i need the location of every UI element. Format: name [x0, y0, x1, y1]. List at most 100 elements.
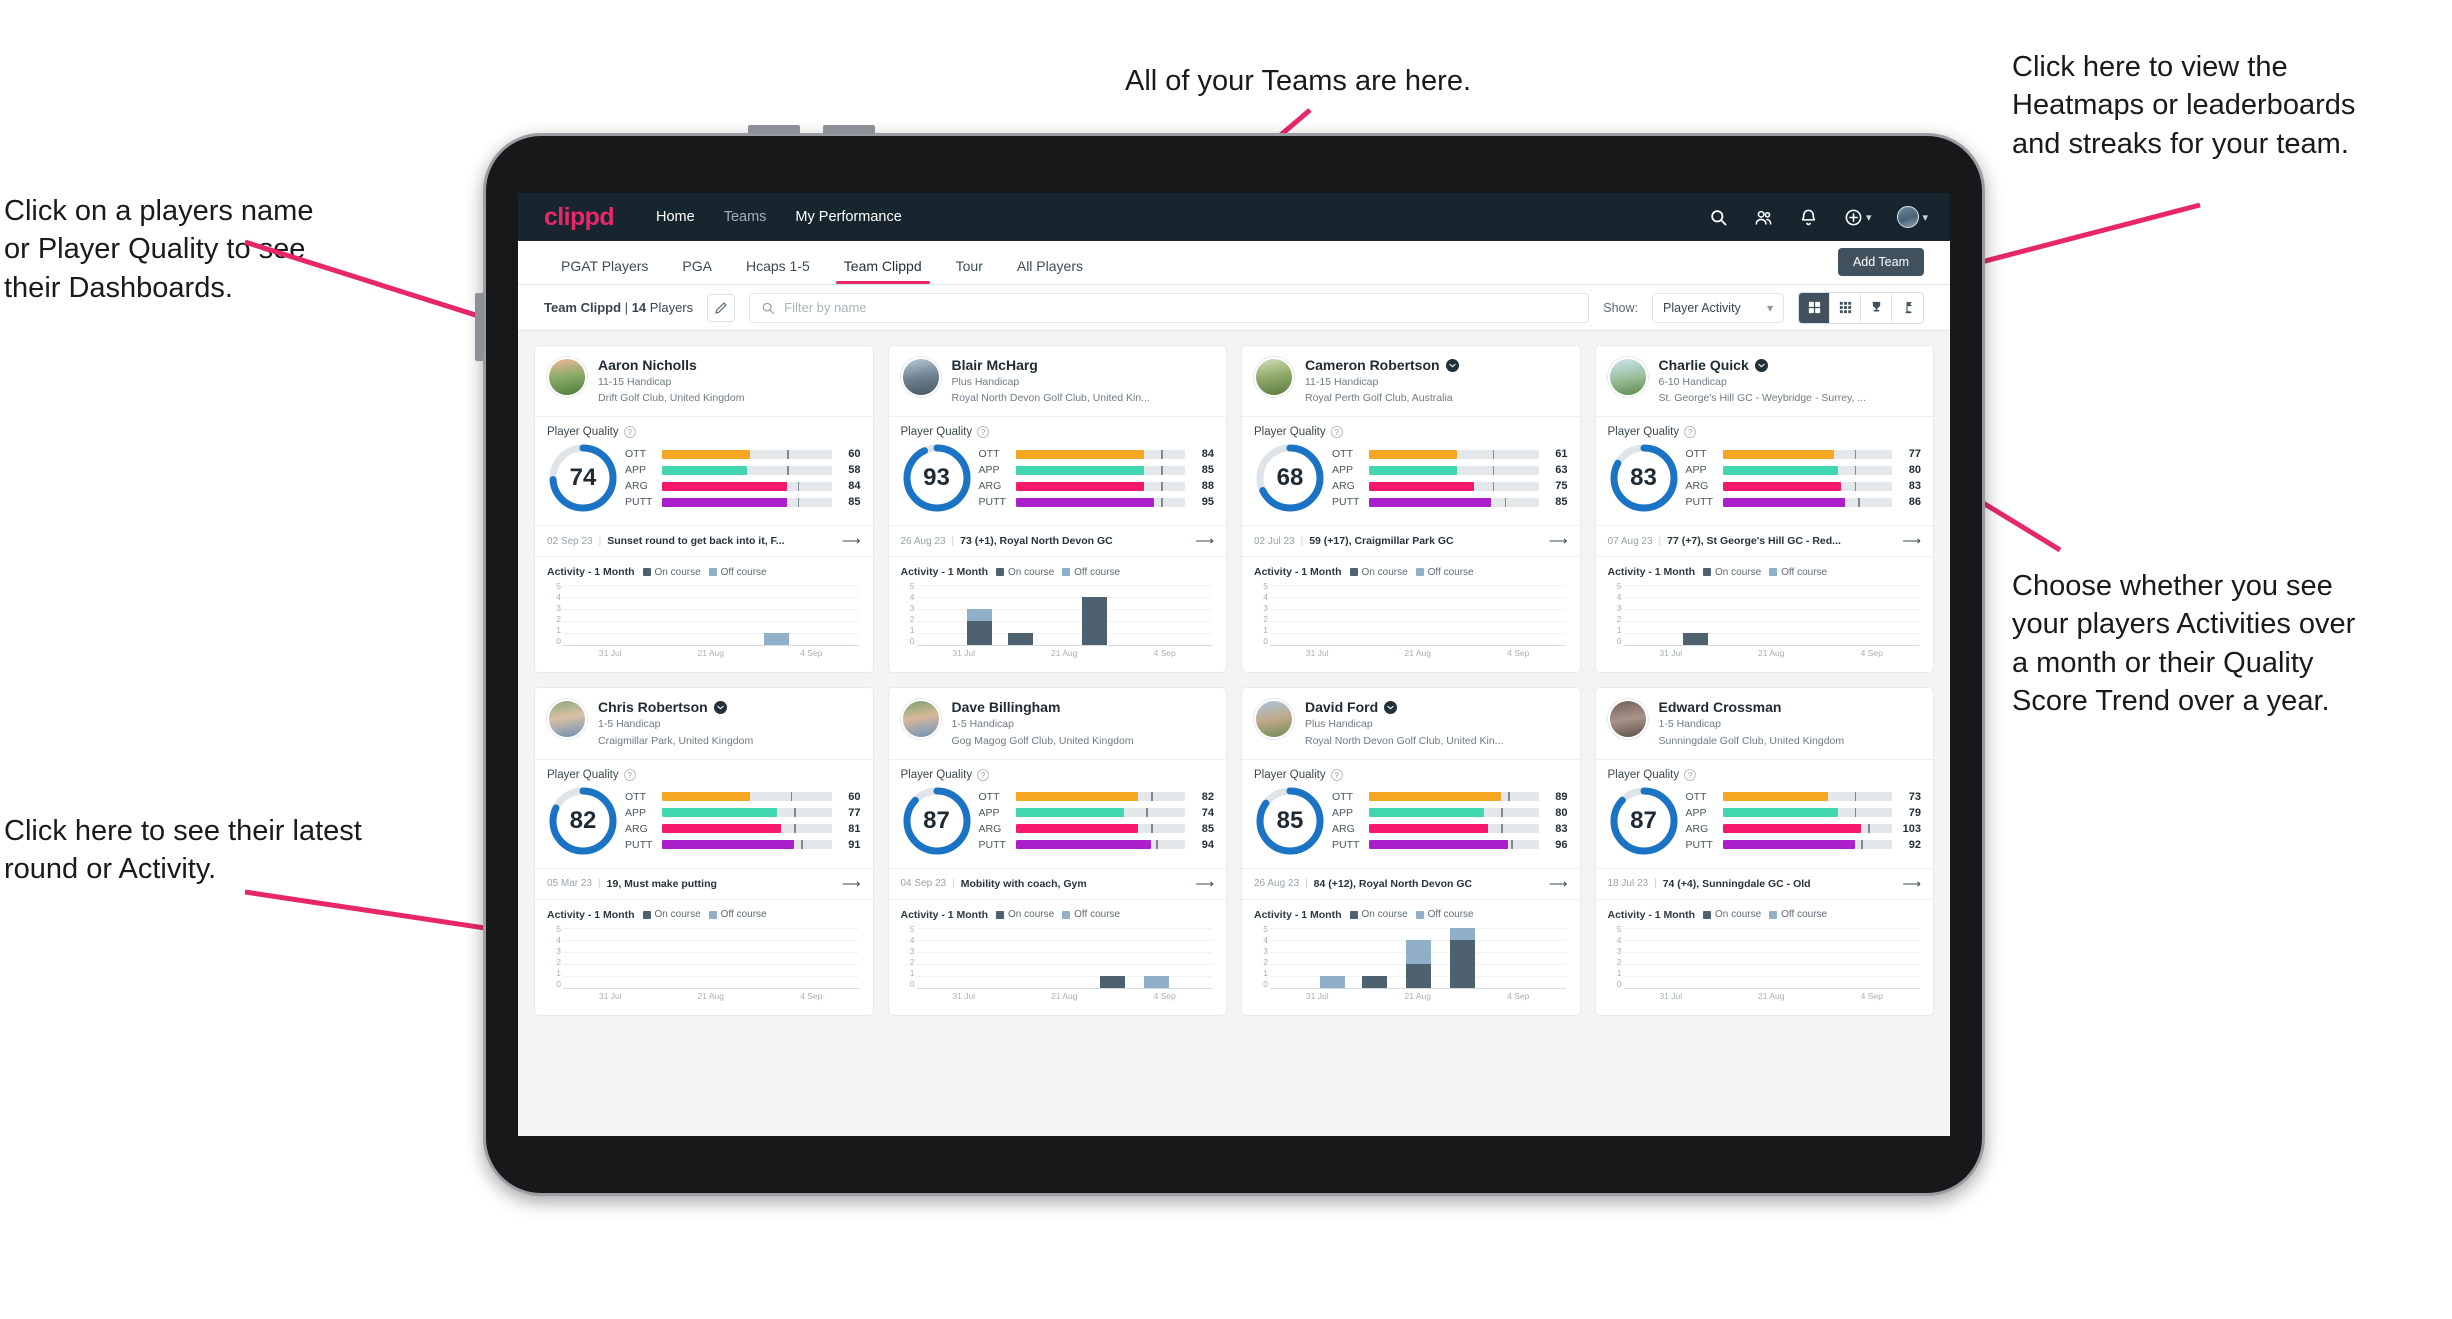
help-icon[interactable]: ?: [1330, 426, 1343, 439]
latest-round-row[interactable]: 02 Jul 23 | 59 (+17), Craigmillar Park GC ⟶: [1242, 525, 1580, 556]
tab-tour[interactable]: Tour: [939, 258, 1000, 284]
player-name-row[interactable]: Dave Billingham: [952, 699, 1134, 715]
player-name-row[interactable]: Chris Robertson: [598, 699, 753, 715]
player-quality-section[interactable]: Player Quality? 83 OTT 77 APP 80 ARG 83 PUTT 86: [1595, 416, 1933, 525]
player-name[interactable]: Aaron Nicholls: [598, 357, 697, 373]
player-card-header[interactable]: Chris Robertson 1-5 Handicap Craigmillar P…: [535, 688, 873, 758]
avatar[interactable]: [1607, 357, 1648, 397]
player-card-header[interactable]: Aaron Nicholls 11-15 Handicap Drift Golf C…: [535, 346, 873, 416]
avatar[interactable]: [547, 699, 587, 740]
avatar[interactable]: [900, 357, 941, 397]
quality-score-ring[interactable]: 87: [901, 785, 973, 857]
avatar[interactable]: [1607, 699, 1648, 740]
show-select[interactable]: Player Activity ▾: [1652, 292, 1784, 323]
arrow-right-icon[interactable]: ⟶: [1549, 876, 1568, 892]
quality-score-ring[interactable]: 93: [901, 442, 973, 514]
people-icon[interactable]: [1754, 208, 1773, 227]
player-card[interactable]: Dave Billingham 1-5 Handicap Gog Magog Gol…: [887, 687, 1227, 1016]
quality-score-ring[interactable]: 85: [1254, 785, 1326, 857]
arrow-right-icon[interactable]: ⟶: [1902, 876, 1921, 892]
player-card[interactable]: David Ford Plus Handicap Royal North Devon…: [1241, 687, 1581, 1016]
arrow-right-icon[interactable]: ⟶: [842, 533, 861, 549]
player-card[interactable]: Cameron Robertson 11-15 Handicap Royal Per…: [1241, 345, 1581, 674]
latest-round-row[interactable]: 26 Aug 23 | 73 (+1), Royal North Devon GC ⟶: [888, 525, 1226, 556]
arrow-right-icon[interactable]: ⟶: [1549, 533, 1568, 549]
avatar[interactable]: [1897, 206, 1920, 228]
player-quality-section[interactable]: Player Quality? 74 OTT 60 APP 58 ARG 84 PUTT 85: [535, 416, 873, 525]
player-card-header[interactable]: Edward Crossman 1-5 Handicap Sunningdale G…: [1596, 688, 1934, 758]
avatar[interactable]: [1254, 699, 1294, 740]
view-heatmap-button[interactable]: [1892, 292, 1923, 323]
player-name[interactable]: Charlie Quick: [1659, 357, 1749, 373]
view-grid-button[interactable]: [1799, 292, 1830, 323]
search-icon[interactable]: [1709, 208, 1728, 227]
clippd-logo[interactable]: clippd: [544, 203, 615, 232]
help-icon[interactable]: ?: [1684, 426, 1697, 439]
nav-link-my-performance[interactable]: My Performance: [795, 209, 901, 225]
player-name-row[interactable]: Charlie Quick: [1659, 357, 1867, 373]
arrow-right-icon[interactable]: ⟶: [1195, 533, 1214, 549]
arrow-right-icon[interactable]: ⟶: [1195, 876, 1214, 892]
add-team-button[interactable]: Add Team: [1837, 248, 1924, 276]
help-icon[interactable]: ?: [1684, 768, 1697, 781]
arrow-right-icon[interactable]: ⟶: [1902, 533, 1921, 549]
player-name[interactable]: Blair McHarg: [952, 357, 1038, 373]
latest-round-row[interactable]: 05 Mar 23 | 19, Must make putting ⟶: [535, 867, 873, 899]
quality-score-ring[interactable]: 83: [1608, 442, 1680, 514]
player-card-header[interactable]: Dave Billingham 1-5 Handicap Gog Magog Gol…: [889, 688, 1227, 758]
player-name[interactable]: Cameron Robertson: [1305, 357, 1440, 373]
arrow-right-icon[interactable]: ⟶: [842, 876, 861, 892]
latest-round-row[interactable]: 04 Sep 23 | Mobility with coach, Gym ⟶: [888, 867, 1226, 899]
nav-link-home[interactable]: Home: [656, 209, 695, 225]
player-card-header[interactable]: Blair McHarg Plus Handicap Royal North Dev…: [889, 346, 1227, 416]
latest-round-row[interactable]: 07 Aug 23 | 77 (+7), St George's Hill GC -…: [1595, 525, 1933, 556]
player-quality-section[interactable]: Player Quality? 82 OTT 60 APP 77 ARG 81 PUTT 91: [535, 758, 873, 868]
nav-link-teams[interactable]: Teams: [724, 209, 767, 225]
player-card[interactable]: Edward Crossman 1-5 Handicap Sunningdale G…: [1594, 687, 1934, 1016]
player-card-header[interactable]: Charlie Quick 6-10 Handicap St. George's H…: [1596, 346, 1934, 416]
player-quality-section[interactable]: Player Quality? 87 OTT 82 APP 74 ARG 85 PUTT 94: [888, 758, 1226, 868]
player-card[interactable]: Chris Robertson 1-5 Handicap Craigmillar P…: [534, 687, 874, 1016]
avatar[interactable]: [1254, 357, 1294, 397]
tab-all-players[interactable]: All Players: [1000, 258, 1100, 284]
bell-icon[interactable]: [1799, 208, 1818, 227]
player-quality-section[interactable]: Player Quality? 85 OTT 89 APP 80 ARG 83 PUTT 96: [1242, 758, 1580, 868]
player-quality-section[interactable]: Player Quality? 68 OTT 61 APP 63 ARG 75 PUTT 85: [1242, 416, 1580, 525]
quality-score-ring[interactable]: 87: [1608, 785, 1680, 857]
avatar[interactable]: [547, 357, 587, 397]
view-leaderboard-button[interactable]: [1861, 292, 1892, 323]
tab-pga[interactable]: PGA: [665, 258, 729, 284]
quality-score-ring[interactable]: 82: [547, 785, 619, 857]
player-name[interactable]: David Ford: [1305, 699, 1378, 715]
quality-score-ring[interactable]: 68: [1254, 442, 1326, 514]
latest-round-row[interactable]: 18 Jul 23 | 74 (+4), Sunningdale GC - Old ⟶: [1595, 867, 1933, 899]
search-input[interactable]: [784, 300, 1578, 315]
player-quality-section[interactable]: Player Quality? 93 OTT 84 APP 85 ARG 88 PUTT 95: [888, 416, 1226, 525]
player-name-row[interactable]: Blair McHarg: [952, 357, 1150, 373]
view-dense-grid-button[interactable]: [1830, 292, 1861, 323]
player-card[interactable]: Blair McHarg Plus Handicap Royal North Dev…: [887, 345, 1227, 674]
player-card[interactable]: Charlie Quick 6-10 Handicap St. George's H…: [1594, 345, 1934, 674]
latest-round-row[interactable]: 02 Sep 23 | Sunset round to get back into …: [535, 525, 873, 556]
player-name[interactable]: Edward Crossman: [1659, 699, 1782, 715]
profile-menu[interactable]: ▾: [1897, 206, 1928, 228]
help-icon[interactable]: ?: [977, 768, 990, 781]
player-name-row[interactable]: David Ford: [1305, 699, 1503, 715]
player-card-header[interactable]: Cameron Robertson 11-15 Handicap Royal Per…: [1242, 346, 1580, 416]
latest-round-row[interactable]: 26 Aug 23 | 84 (+12), Royal North Devon GC…: [1242, 867, 1580, 899]
quality-score-ring[interactable]: 74: [547, 442, 619, 514]
player-name[interactable]: Dave Billingham: [952, 699, 1061, 715]
player-name-row[interactable]: Cameron Robertson: [1305, 357, 1459, 373]
player-name-row[interactable]: Aaron Nicholls: [598, 357, 744, 373]
help-icon[interactable]: ?: [623, 426, 636, 439]
tab-team-clippd[interactable]: Team Clippd: [827, 258, 939, 284]
player-name-row[interactable]: Edward Crossman: [1659, 699, 1845, 715]
player-card-header[interactable]: David Ford Plus Handicap Royal North Devon…: [1242, 688, 1580, 758]
player-name[interactable]: Chris Robertson: [598, 699, 708, 715]
search-field-wrapper[interactable]: [749, 292, 1590, 323]
help-icon[interactable]: ?: [623, 768, 636, 781]
help-icon[interactable]: ?: [977, 426, 990, 439]
player-quality-section[interactable]: Player Quality? 87 OTT 73 APP 79 ARG 103 PUTT 92: [1595, 758, 1933, 868]
tab-hcaps-1-5[interactable]: Hcaps 1-5: [729, 258, 827, 284]
player-card[interactable]: Aaron Nicholls 11-15 Handicap Drift Golf C…: [534, 345, 874, 674]
